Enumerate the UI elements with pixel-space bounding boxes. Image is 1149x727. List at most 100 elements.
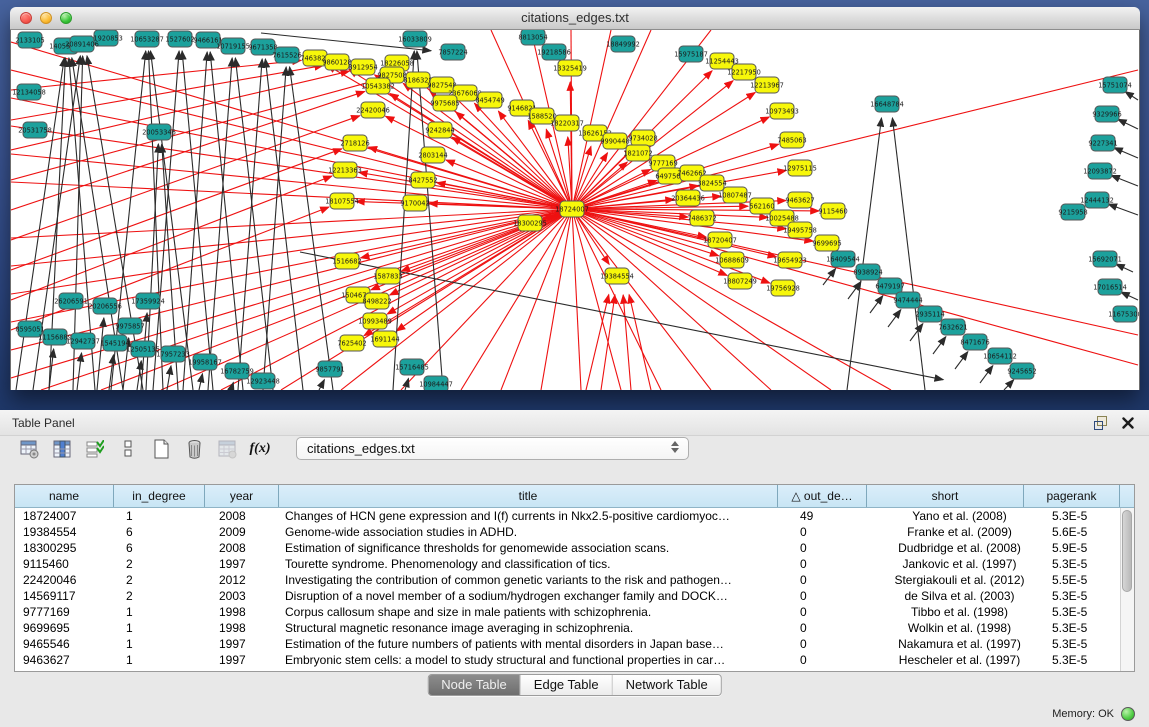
graph-node[interactable]: 20531758 [18,122,52,138]
table-cell[interactable]: Embryonic stem cells: a model to study s… [279,653,792,667]
table-cell[interactable]: 0 [792,525,881,539]
graph-node[interactable]: 7632621 [938,319,967,335]
graph-node[interactable]: 1516682 [332,253,361,269]
graph-node[interactable]: 17016514 [1093,279,1127,295]
table-cell[interactable]: 0 [792,653,881,667]
tab-network-table[interactable]: Network Table [613,675,721,695]
graph-node[interactable]: 12975115 [783,160,817,176]
table-cell[interactable]: Nakamura et al. (1997) [881,637,1038,651]
table-cell[interactable]: 1998 [205,621,279,635]
table-cell[interactable]: 49 [792,509,881,523]
column-header-year[interactable]: year [205,485,279,507]
row-height-icon[interactable] [117,438,139,460]
graph-node[interactable]: 10653287 [130,31,164,47]
graph-node[interactable]: 9699695 [812,235,841,251]
table-cell[interactable]: Investigating the contribution of common… [279,573,792,587]
table-row[interactable]: 1872400712008Changes of HCN gene express… [15,508,1134,524]
function-builder-icon[interactable]: f(x) [249,438,271,460]
graph-node[interactable]: 18720407 [703,232,737,248]
graph-node[interactable]: 10543382 [361,78,395,94]
table-row[interactable]: 1456911722003Disruption of a novel membe… [15,588,1134,604]
table-cell[interactable]: Estimation of the future numbers of pati… [279,637,792,651]
table-cell[interactable]: 0 [792,573,881,587]
table-cell[interactable]: Genome-wide association studies in ADHD. [279,525,792,539]
close-panel-icon[interactable] [1122,417,1134,429]
graph-node[interactable]: 8454749 [475,92,504,108]
table-cell[interactable]: Franke et al. (2009) [881,525,1038,539]
table-cell[interactable]: 1 [114,509,205,523]
graph-node[interactable]: 2133105 [15,32,44,48]
graph-node[interactable]: 15692071 [1088,251,1122,267]
graph-node[interactable]: 26206591 [54,293,88,309]
graph-node[interactable]: 12213363 [328,162,362,178]
table-cell[interactable]: 18724007 [15,509,114,523]
table-cell[interactable]: 0 [792,621,881,635]
graph-node[interactable]: 17957233 [156,346,190,362]
table-cell[interactable]: Changes of HCN gene expression and I(f) … [279,509,792,523]
table-cell[interactable]: 1 [114,637,205,651]
graph-node[interactable]: 19654923 [773,252,807,268]
graph-node[interactable]: 8813054 [518,30,547,45]
graph-node[interactable]: 18807249 [723,273,757,289]
graph-node[interactable]: 8427552 [408,172,437,188]
graph-node[interactable]: 10688609 [715,252,749,268]
table-row[interactable]: 1830029562008Estimation of significance … [15,540,1134,556]
graph-node[interactable]: 15751074 [1098,77,1132,93]
memory-status-indicator[interactable] [1121,707,1135,721]
table-cell[interactable]: Dudbridge et al. (2008) [881,541,1038,555]
table-row[interactable]: 2242004622012Investigating the contribut… [15,572,1134,588]
column-header-pagerank[interactable]: pagerank [1024,485,1120,507]
graph-node[interactable]: 20053346 [142,124,176,140]
graph-node[interactable]: 9474444 [893,292,922,308]
graph-node[interactable]: 9170042 [400,195,429,211]
network-canvas-svg[interactable]: 2133105140557141192085310653287152760294… [11,30,1139,390]
table-cell[interactable]: 1 [114,605,205,619]
table-cell[interactable]: 1997 [205,653,279,667]
graph-node[interactable]: 17359924 [131,293,165,309]
table-source-select[interactable]: citations_edges.txt [296,437,689,460]
table-cell[interactable]: 2012 [205,573,279,587]
graph-node[interactable]: 12213967 [750,77,784,93]
table-cell[interactable]: Tourette syndrome. Phenomenology and cla… [279,557,792,571]
table-row[interactable]: 969969511998Structural magnetic resonanc… [15,620,1134,636]
delete-table-icon[interactable] [183,438,205,460]
select-columns-icon[interactable] [84,438,106,460]
table-cell[interactable]: 0 [792,605,881,619]
graph-node[interactable]: 10654112 [983,348,1017,364]
table-cell[interactable]: 6 [114,525,205,539]
table-cell[interactable]: 1997 [205,557,279,571]
column-header-out_de[interactable]: △ out_de… [778,485,867,507]
graph-node[interactable]: 12093872 [1083,163,1117,179]
graph-node[interactable]: 10973493 [765,103,799,119]
graph-node[interactable]: 16409544 [826,251,860,267]
graph-node[interactable]: 13325419 [553,60,587,76]
graph-node[interactable]: 7486372 [687,210,716,226]
table-cell[interactable]: Yano et al. (2008) [881,509,1038,523]
graph-node[interactable]: 12505135 [126,341,160,357]
table-row[interactable]: 1938455462009Genome-wide association stu… [15,524,1134,540]
table-scrollbar-thumb[interactable] [1122,510,1132,592]
float-panel-icon[interactable] [1094,416,1107,429]
table-row[interactable]: 946554611997Estimation of the future num… [15,636,1134,652]
graph-node[interactable]: 12134058 [12,84,46,100]
table-cell[interactable]: Structural magnetic resonance image aver… [279,621,792,635]
table-cell[interactable]: 0 [792,557,881,571]
graph-node[interactable]: 16033809 [398,31,432,47]
table-cell[interactable]: Hescheler et al. (1997) [881,653,1038,667]
table-cell[interactable]: 1 [114,653,205,667]
table-cell[interactable]: 6 [114,541,205,555]
graph-node[interactable]: 2935114 [915,306,944,322]
graph-node[interactable]: 12923448 [246,373,280,389]
table-row[interactable]: 911546021997Tourette syndrome. Phenomeno… [15,556,1134,572]
table-cell[interactable]: Estimation of significance thresholds fo… [279,541,792,555]
table-cell[interactable]: Corpus callosum shape and size in male p… [279,605,792,619]
graph-node[interactable]: 20891406 [65,36,99,52]
table-cell[interactable]: 0 [792,589,881,603]
table-cell[interactable]: 19384554 [15,525,114,539]
table-cell[interactable]: Wolkin et al. (1998) [881,621,1038,635]
table-settings-icon[interactable] [18,438,40,460]
graph-node[interactable]: 9242844 [425,122,454,138]
table-cell[interactable]: 2003 [205,589,279,603]
graph-node[interactable]: 9227341 [1088,135,1117,151]
graph-node[interactable]: 18107554 [325,193,359,209]
